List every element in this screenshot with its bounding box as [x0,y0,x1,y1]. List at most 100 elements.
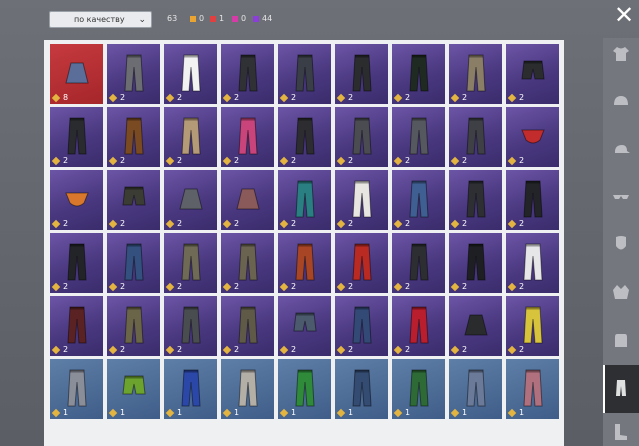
item-card[interactable]: 2 [107,170,160,230]
item-card[interactable]: 2 [278,107,331,167]
item-card[interactable]: 2 [278,170,331,230]
item-card[interactable]: 2 [449,170,502,230]
item-quantity: 2 [393,156,411,165]
item-card[interactable]: 2 [392,170,445,230]
item-card[interactable]: 2 [335,170,388,230]
item-card[interactable]: 2 [164,170,217,230]
rarity-count-value: 0 [241,14,247,23]
cap-icon[interactable] [609,138,633,162]
pants-icon [408,117,429,155]
pants-icon [351,54,372,92]
item-quantity-value: 2 [63,282,69,291]
item-card[interactable]: 1 [392,359,445,419]
diamond-icon [51,156,61,165]
item-card[interactable]: 2 [506,107,559,167]
item-card[interactable]: 1 [506,359,559,419]
item-card[interactable]: 2 [506,296,559,356]
pants-icon [465,54,486,92]
item-card[interactable]: 2 [107,44,160,104]
item-quantity-value: 2 [405,93,411,102]
item-card[interactable]: 1 [278,359,331,419]
item-quantity-value: 2 [462,282,468,291]
item-card[interactable]: 2 [107,233,160,293]
backpack-icon[interactable] [609,328,633,352]
item-quantity: 2 [393,219,410,228]
item-quantity: 2 [51,345,68,354]
item-card[interactable]: 2 [335,107,388,167]
item-quantity-value: 2 [405,156,411,165]
item-card[interactable]: 2 [392,107,445,167]
item-card[interactable]: 2 [506,233,559,293]
mask-icon[interactable] [609,232,633,256]
pants-icon [123,306,144,344]
item-card[interactable]: 2 [392,233,445,293]
item-quantity: 1 [336,408,353,417]
diamond-icon [336,282,346,291]
item-quantity: 2 [222,93,239,102]
sort-dropdown[interactable]: по качеству ⌄ [49,11,152,28]
item-card[interactable]: 2 [221,233,274,293]
item-quantity: 2 [222,156,239,165]
item-card[interactable]: 1 [449,359,502,419]
item-quantity-value: 2 [348,282,354,291]
item-card[interactable]: 2 [107,296,160,356]
item-card[interactable]: 2 [392,44,445,104]
diamond-icon [51,219,61,228]
item-card[interactable]: 2 [107,107,160,167]
tshirt-icon[interactable] [609,42,633,66]
item-card[interactable]: 2 [335,233,388,293]
item-card[interactable]: 1 [164,359,217,419]
item-card[interactable]: 1 [335,359,388,419]
item-card[interactable]: 2 [506,44,559,104]
item-card[interactable]: 2 [164,233,217,293]
item-card[interactable]: 2 [506,170,559,230]
item-card[interactable]: 8 [50,44,103,104]
item-quantity-value: 2 [462,345,468,354]
item-card[interactable]: 2 [221,170,274,230]
pants-icon [351,243,372,281]
jacket-icon[interactable] [609,280,633,304]
diamond-icon [393,345,403,354]
item-card[interactable]: 2 [221,44,274,104]
shorts-icon [121,375,146,395]
rarity-count-value: 1 [219,14,225,23]
item-card[interactable]: 2 [50,107,103,167]
item-card[interactable]: 2 [449,107,502,167]
item-card[interactable]: 2 [449,296,502,356]
item-quantity: 2 [279,93,296,102]
item-card[interactable]: 1 [50,359,103,419]
item-card[interactable]: 2 [449,44,502,104]
item-quantity: 2 [450,282,468,291]
item-card[interactable]: 2 [392,296,445,356]
pants-icon [237,243,258,281]
item-card[interactable]: 2 [221,296,274,356]
item-card[interactable]: 1 [107,359,160,419]
pants-icon [66,117,87,155]
item-card[interactable]: 2 [164,107,217,167]
item-card[interactable]: 2 [164,44,217,104]
item-quantity: 1 [108,408,125,417]
item-card[interactable]: 2 [449,233,502,293]
item-card[interactable]: 2 [164,296,217,356]
item-card[interactable]: 2 [50,233,103,293]
skirt-icon [64,62,89,84]
item-card[interactable]: 2 [278,296,331,356]
pants-icon[interactable] [609,376,633,400]
item-card[interactable]: 2 [335,44,388,104]
item-card[interactable]: 1 [221,359,274,419]
item-card[interactable]: 2 [50,296,103,356]
diamond-icon [450,408,460,417]
close-button[interactable]: ✕ [611,3,637,29]
item-quantity-value: 2 [519,345,525,354]
item-card[interactable]: 2 [278,44,331,104]
item-quantity-value: 2 [120,282,126,291]
boots-icon[interactable] [609,420,633,444]
helmet-icon[interactable] [609,90,633,114]
item-card[interactable]: 2 [335,296,388,356]
item-quantity: 2 [165,282,182,291]
item-card[interactable]: 2 [278,233,331,293]
pants-icon [465,180,486,218]
item-card[interactable]: 2 [221,107,274,167]
glasses-icon[interactable] [609,184,633,208]
item-card[interactable]: 2 [50,170,103,230]
